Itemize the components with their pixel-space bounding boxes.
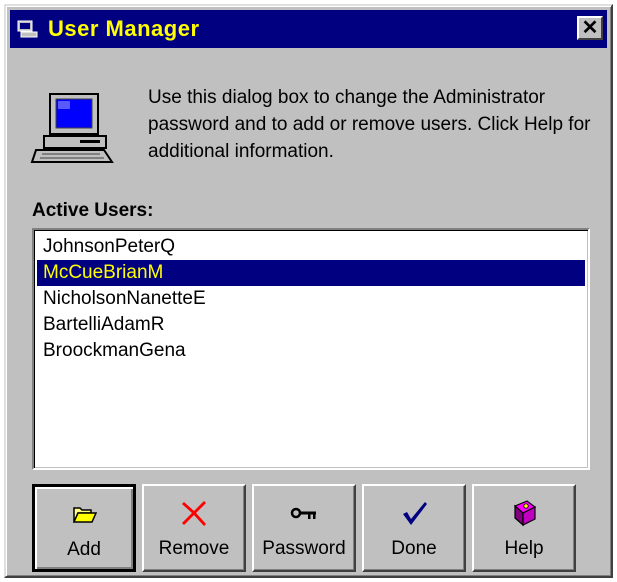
- password-button-label: Password: [262, 538, 346, 559]
- button-row: Add Remove Password Done Help: [32, 484, 612, 574]
- title-bar[interactable]: User Manager ✕: [10, 10, 607, 48]
- help-button-label: Help: [504, 538, 544, 559]
- remove-button[interactable]: Remove: [142, 484, 246, 572]
- password-button[interactable]: Password: [252, 484, 356, 572]
- add-button-label: Add: [67, 539, 101, 560]
- close-button[interactable]: ✕: [577, 16, 603, 40]
- list-item[interactable]: NicholsonNanetteE: [37, 286, 585, 312]
- list-item-selected[interactable]: McCueBrianM: [37, 260, 585, 286]
- close-icon: ✕: [581, 17, 599, 39]
- red-x-icon: [182, 501, 206, 526]
- list-item[interactable]: BroockmanGena: [37, 338, 585, 364]
- list-item[interactable]: BartelliAdamR: [37, 312, 585, 338]
- active-users-label: Active Users:: [32, 200, 154, 221]
- checkmark-icon: [403, 502, 427, 525]
- user-manager-dialog: User Manager ✕ Use this dialog box to ch…: [4, 4, 613, 578]
- app-icon: [17, 20, 38, 38]
- list-item[interactable]: JohnsonPeterQ: [37, 234, 585, 260]
- remove-button-label: Remove: [158, 538, 230, 559]
- computer-icon: [30, 93, 114, 163]
- active-users-list[interactable]: JohnsonPeterQ McCueBrianM NicholsonNanet…: [32, 228, 590, 470]
- help-button[interactable]: Help: [472, 484, 576, 572]
- help-book-icon: [513, 500, 537, 527]
- window-title: User Manager: [48, 16, 200, 41]
- key-icon: [290, 507, 316, 519]
- description-text: Use this dialog box to change the Admini…: [148, 87, 591, 162]
- done-button-label: Done: [391, 538, 437, 559]
- folder-open-icon: [72, 507, 98, 523]
- done-button[interactable]: Done: [362, 484, 466, 572]
- add-button[interactable]: Add: [32, 484, 136, 572]
